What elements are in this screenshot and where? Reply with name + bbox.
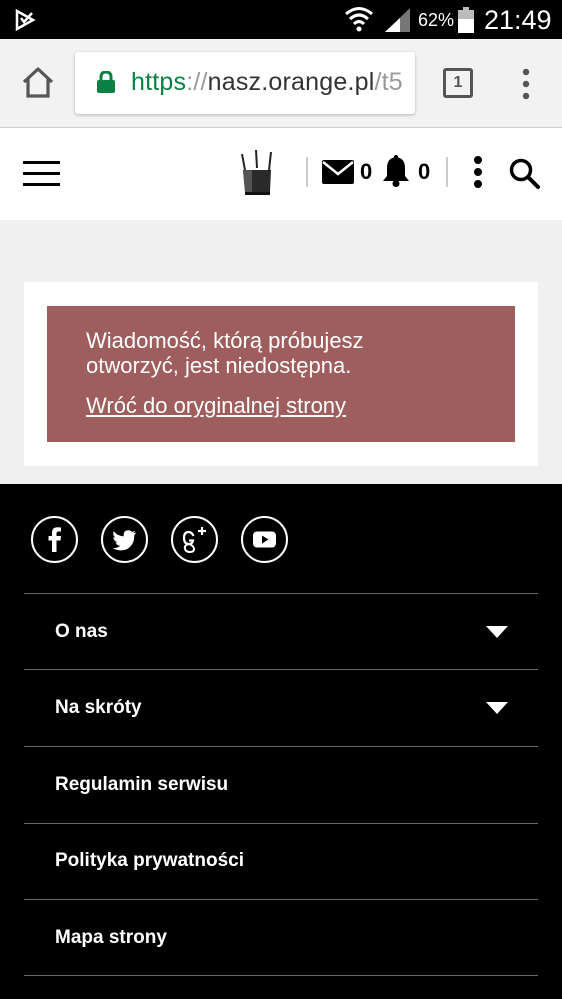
signal-icon [385,8,410,32]
footer-item-polityka[interactable]: Polityka prywatności [55,850,244,872]
mail-count: 0 [360,159,373,184]
chevron-down-icon[interactable] [486,626,508,638]
bell-icon[interactable] [381,155,411,187]
url-path: /t5 [374,68,403,96]
router-icon[interactable] [240,150,274,196]
app-notification-icon [15,9,36,31]
message-card: Wiadomość, którą próbujesz otworzyć, jes… [24,282,538,466]
url-text: https://nasz.orange.pl/t5 [131,68,403,97]
footer-divider [24,746,538,747]
footer-item-mapa-strony[interactable]: Mapa strony [55,927,167,949]
header-divider [306,157,308,187]
url-separator: :// [186,68,208,96]
url-scheme: https [131,68,187,96]
notification-count: 0 [418,159,431,184]
footer-item-regulamin[interactable]: Regulamin serwisu [55,774,228,796]
chevron-down-icon[interactable] [486,702,508,714]
clock: 21:49 [484,5,552,35]
footer-divider [24,975,538,976]
facebook-icon[interactable] [31,516,78,563]
battery-percent: 62% [418,10,455,30]
google-plus-icon[interactable] [171,516,218,563]
error-alert: Wiadomość, którą próbujesz otworzyć, jes… [47,306,515,442]
footer-item-na-skroty[interactable]: Na skróty [55,697,142,719]
url-host: nasz.orange.pl [207,68,375,96]
site-header: 0 0 [0,128,562,220]
youtube-icon[interactable] [241,516,288,563]
footer-divider [24,669,538,670]
mail-icon[interactable] [322,160,354,184]
hamburger-menu-icon[interactable] [23,161,60,186]
address-bar[interactable]: https://nasz.orange.pl/t5 [75,52,415,114]
return-to-original-link[interactable]: Wróć do oryginalnej strony [86,393,346,419]
footer-divider [24,823,538,824]
lock-icon [97,71,115,93]
header-divider [446,157,448,187]
wifi-icon [345,7,373,32]
search-icon[interactable] [508,157,540,189]
footer-divider [24,593,538,594]
more-options-icon[interactable] [472,155,484,189]
browser-toolbar: https://nasz.orange.pl/t5 1 [0,39,562,128]
main-content: Wiadomość, którą próbujesz otworzyć, jes… [0,220,562,484]
browser-menu-icon[interactable] [516,67,536,101]
alert-message: Wiadomość, którą próbujesz otworzyć, jes… [86,328,364,378]
footer-item-o-nas[interactable]: O nas [55,621,108,643]
status-bar: 62% 21:49 [0,0,562,39]
tab-switcher-button[interactable]: 1 [443,68,473,98]
battery-icon [458,7,474,33]
twitter-icon[interactable] [101,516,148,563]
footer-divider [24,899,538,900]
site-footer: O nas Na skróty Regulamin serwisu Polity… [0,484,562,999]
home-icon[interactable] [20,65,56,101]
